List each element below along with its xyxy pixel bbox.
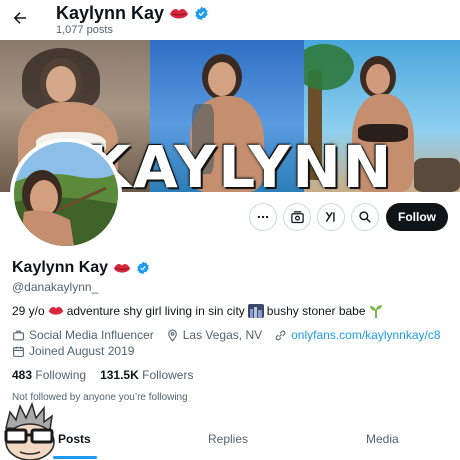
link-icon	[275, 330, 286, 340]
profile-name-row: Kaylynn Kay	[12, 259, 150, 277]
grok-icon	[325, 211, 335, 223]
tab-replies[interactable]: Replies	[208, 432, 248, 446]
followers-count: 131.5K	[100, 368, 139, 382]
category-item: Social Media Influencer	[12, 328, 154, 342]
seedling-icon	[369, 305, 382, 318]
location-item: Las Vegas, NV	[166, 328, 262, 342]
more-icon	[257, 215, 269, 219]
header-title: Kaylynn Kay	[56, 3, 209, 24]
profile-header: Kaylynn Kay 1,077 posts	[0, 0, 460, 40]
lips-icon	[170, 8, 189, 18]
followers-link[interactable]: 131.5K Followers	[100, 368, 193, 382]
banner-title-art: KAYLYNN	[86, 133, 394, 192]
search-icon	[359, 211, 371, 223]
location-text: Las Vegas, NV	[182, 328, 263, 342]
following-label: Following	[35, 368, 87, 382]
verified-badge-icon	[195, 6, 208, 21]
following-link[interactable]: 483 Following	[12, 368, 86, 382]
arrow-left-icon	[13, 12, 26, 24]
avatar[interactable]	[10, 138, 122, 250]
bio-text-description: adventure shy girl living in sin city	[66, 304, 245, 318]
followers-label: Followers	[142, 368, 194, 382]
bio-text-tagline: bushy stoner babe	[266, 304, 366, 318]
following-count: 483	[12, 368, 33, 382]
tab-posts[interactable]: Posts	[58, 432, 91, 446]
follow-button[interactable]: Follow	[386, 203, 448, 231]
follow-stats: 483 Following 131.5K Followers	[12, 368, 193, 382]
joined-item: Joined August 2019	[12, 344, 134, 358]
website-item[interactable]: onlyfans.com/kaylynnkay/c8	[274, 328, 441, 342]
post-count: 1,077 posts	[56, 24, 113, 36]
grok-button[interactable]	[317, 203, 345, 231]
briefcase-icon	[13, 330, 24, 340]
more-options-button[interactable]	[249, 203, 277, 231]
profile-tabs: Posts Replies Media	[0, 420, 460, 460]
bio-text-age: 29 y/o	[12, 304, 45, 318]
back-button[interactable]	[8, 6, 32, 30]
header-name: Kaylynn Kay	[56, 3, 165, 23]
subscribe-button[interactable]	[283, 203, 311, 231]
profile-bio: 29 y/o adventure shy girl living in sin …	[12, 304, 383, 318]
website-link[interactable]: onlyfans.com/kaylynnkay/c8	[291, 328, 440, 342]
category-text: Social Media Influencer	[29, 328, 154, 342]
tab-media[interactable]: Media	[366, 432, 399, 446]
joined-text: Joined August 2019	[29, 344, 135, 358]
nerd-mascot-icon	[0, 400, 60, 460]
location-pin-icon	[167, 329, 177, 342]
profile-meta-row-1: Social Media Influencer Las Vegas, NV on…	[12, 328, 453, 342]
city-icon	[247, 304, 264, 318]
profile-handle: @danakaylynn_	[12, 280, 99, 294]
calendar-icon	[13, 346, 24, 357]
profile-meta-row-2: Joined August 2019	[12, 344, 146, 358]
search-profile-button[interactable]	[351, 203, 379, 231]
subscribe-icon	[290, 210, 304, 223]
avatar-photo	[14, 142, 118, 246]
profile-name: Kaylynn Kay	[12, 259, 109, 276]
lips-icon	[113, 263, 131, 273]
lips-icon	[48, 307, 63, 315]
verified-badge-icon	[137, 261, 149, 275]
